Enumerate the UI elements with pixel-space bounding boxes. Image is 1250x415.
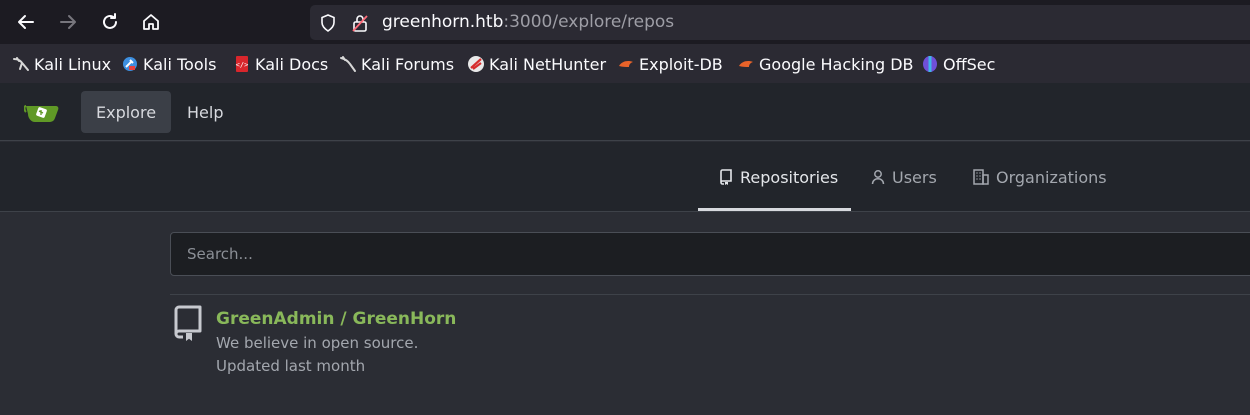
browser-toolbar: greenhorn.htb:3000/explore/repos [0, 0, 1250, 44]
exploitdb-icon [739, 61, 753, 67]
bookmark-kali-nethunter[interactable]: Kali NetHunter [467, 53, 606, 75]
site-navbar: Explore Help [0, 83, 1250, 141]
address-bar[interactable]: greenhorn.htb:3000/explore/repos [310, 5, 1250, 40]
bookmark-label: Kali NetHunter [489, 54, 607, 74]
kali-tools-icon [123, 57, 137, 71]
repo-description: We believe in open source. [216, 334, 419, 352]
gitea-logo-icon[interactable] [24, 100, 60, 124]
repo-icon [174, 305, 202, 341]
insecure-lock-icon [352, 15, 368, 32]
forward-button[interactable] [54, 8, 82, 36]
bookmark-exploit-db[interactable]: Exploit-DB [617, 53, 723, 75]
arrow-left-icon [18, 15, 34, 29]
home-icon [143, 14, 159, 30]
bookmark-label: Google Hacking DB [759, 54, 914, 74]
bookmark-label: OffSec [943, 54, 996, 74]
explore-tabs: Repositories Users Organizations [0, 142, 1250, 212]
bookmark-label: Kali Docs [255, 54, 329, 74]
divider [170, 294, 1250, 295]
nav-help[interactable]: Help [172, 91, 238, 133]
organization-icon [973, 169, 989, 185]
nav-explore[interactable]: Explore [81, 91, 172, 133]
repo-icon [720, 169, 732, 185]
nethunter-icon [468, 56, 484, 72]
bookmarks-bar: Kali Linux Kali Tools </> Kali Docs Kali… [0, 44, 1250, 83]
url-path: :3000/explore/repos [503, 12, 675, 32]
exploitdb-icon [619, 61, 633, 67]
search-input[interactable] [170, 232, 1250, 276]
shield-icon [321, 14, 335, 32]
svg-text:</>: </> [236, 61, 249, 69]
tab-repositories[interactable]: Repositories [718, 142, 838, 212]
repo-link[interactable]: GreenAdmin / GreenHorn [216, 309, 456, 329]
bookmark-label: Exploit-DB [639, 54, 723, 74]
person-icon [871, 170, 885, 185]
arrow-right-icon [60, 15, 76, 29]
tab-users[interactable]: Users [870, 142, 937, 212]
bookmark-kali-forums[interactable]: Kali Forums [339, 53, 454, 75]
bookmark-offsec[interactable]: OffSec [921, 53, 995, 75]
kali-dragon-icon [340, 56, 356, 72]
tab-organizations[interactable]: Organizations [972, 142, 1107, 212]
bookmark-google-hacking-db[interactable]: Google Hacking DB [737, 53, 914, 75]
back-button[interactable] [12, 8, 40, 36]
kali-docs-icon: </> [236, 56, 249, 72]
bookmark-label: Kali Linux [34, 54, 112, 74]
bookmark-kali-tools[interactable]: Kali Tools [121, 53, 216, 75]
bookmark-kali-linux[interactable]: Kali Linux [12, 53, 111, 75]
bookmark-label: Kali Tools [143, 54, 217, 74]
active-tab-indicator [698, 208, 851, 211]
url-text: greenhorn.htb:3000/explore/repos [382, 12, 674, 32]
reload-icon [103, 13, 117, 29]
repo-updated-time: Updated last month [216, 357, 366, 375]
url-host: greenhorn.htb [382, 12, 504, 32]
tab-label: Repositories [740, 167, 839, 187]
bookmark-kali-docs[interactable]: </> Kali Docs [233, 53, 329, 75]
bookmark-label: Kali Forums [361, 54, 455, 74]
offsec-icon [923, 56, 937, 72]
home-button[interactable] [137, 8, 165, 36]
reload-button[interactable] [96, 8, 124, 36]
tab-label: Organizations [996, 167, 1107, 187]
tab-label: Users [892, 167, 937, 187]
kali-dragon-icon [13, 57, 29, 71]
